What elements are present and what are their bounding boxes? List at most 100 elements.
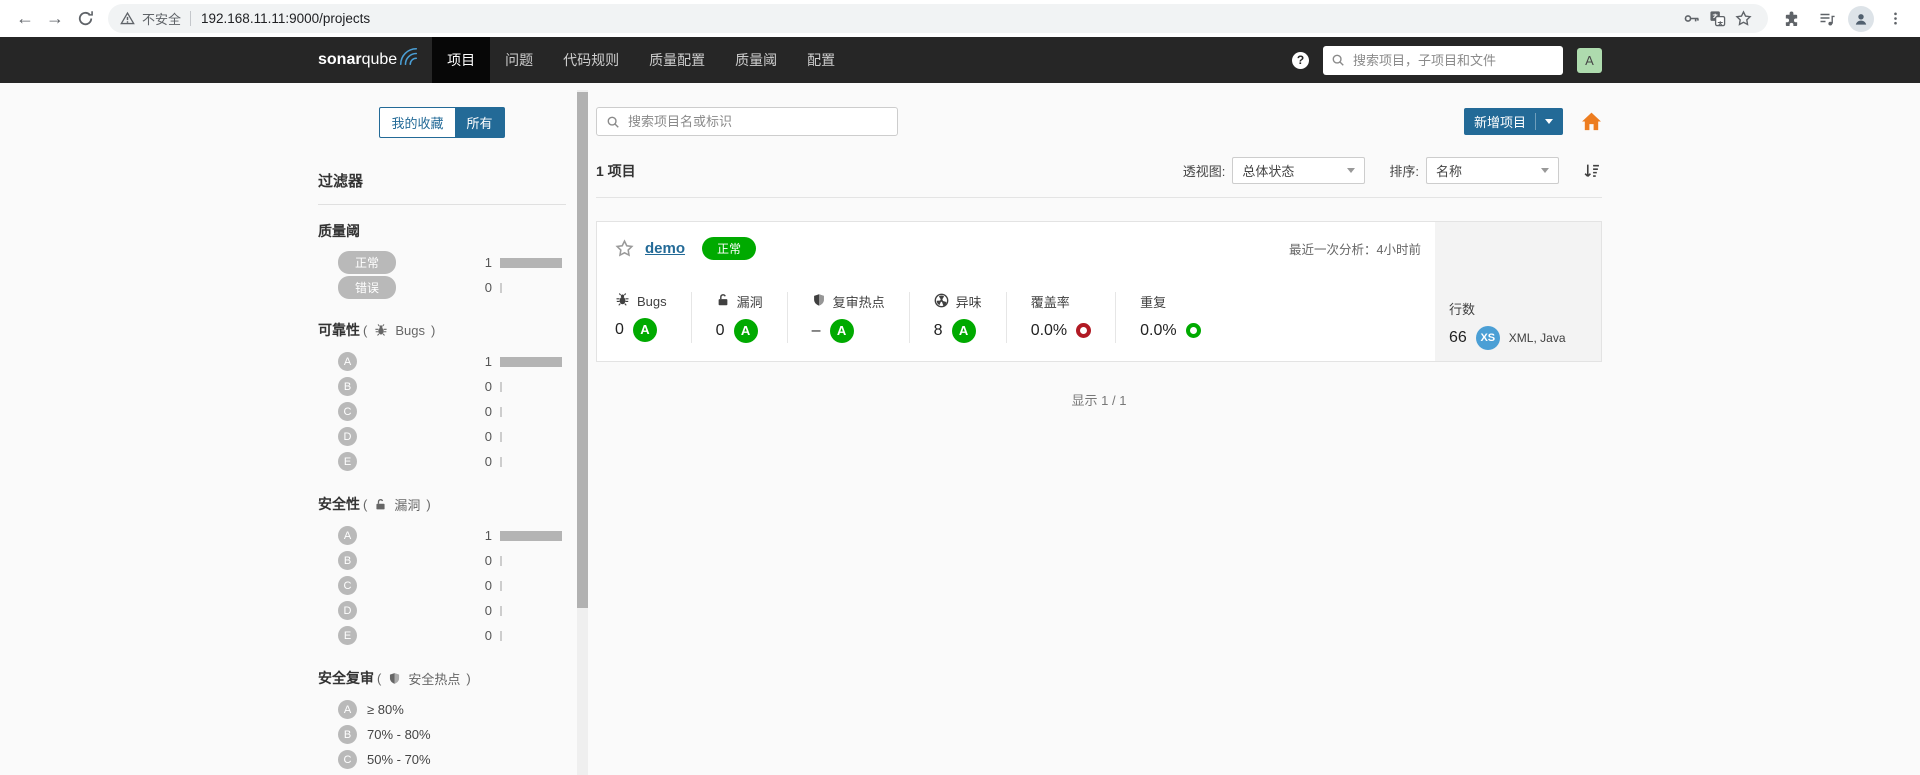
project-languages: XML, Java: [1508, 330, 1566, 345]
projects-count: 1 项目: [596, 162, 636, 179]
facet-security: 安全性 ( 漏洞 ) A 1 B 0 C 0 D 0 E 0: [318, 494, 566, 648]
translate-icon[interactable]: [1704, 6, 1730, 32]
new-project-button[interactable]: 新增项目: [1463, 108, 1563, 135]
facet-bar: [500, 555, 566, 566]
my-favorites-button[interactable]: 我的收藏: [379, 107, 456, 138]
measure-bugs: Bugs 0 A: [615, 292, 692, 343]
search-icon: [607, 116, 619, 128]
rating-badge: E: [338, 626, 357, 645]
rating-badge: A: [338, 700, 357, 719]
facet-row-qg-failed[interactable]: 错误 0: [318, 275, 566, 300]
facet-bar: [500, 456, 566, 467]
favorites-toggle: 我的收藏 所有: [318, 107, 566, 138]
project-search[interactable]: [596, 107, 898, 136]
measure-vulnerabilities: 漏洞 0 A: [692, 292, 788, 343]
facet-bar: [500, 580, 566, 591]
perspective-select[interactable]: 总体状态: [1232, 157, 1366, 184]
facet-security-title: 安全性: [318, 496, 360, 512]
facet-row-review-b[interactable]: B 70% - 80%: [318, 722, 566, 747]
extensions-puzzle-icon[interactable]: [1776, 4, 1806, 34]
tab-rules[interactable]: 代码规则: [548, 37, 634, 83]
project-search-input[interactable]: [626, 113, 888, 130]
bug-icon: [374, 323, 388, 337]
global-search-input[interactable]: [1351, 51, 1555, 69]
facet-row-security-d[interactable]: D 0: [318, 598, 566, 623]
facet-row-reliability-a[interactable]: A 1: [318, 349, 566, 374]
url-text: 192.168.11.11:9000/projects: [201, 11, 371, 26]
app-navbar: sonarqube 项目 问题 代码规则 质量配置 质量阈 配置 ? A: [0, 37, 1920, 83]
facet-security-review: 安全复审 ( 安全热点 ) A ≥ 80% B 70% - 80% C 50% …: [318, 668, 566, 775]
help-icon[interactable]: ?: [1292, 51, 1309, 69]
rating-badge: E: [338, 452, 357, 471]
warning-icon: [120, 11, 135, 25]
facet-security-review-title: 安全复审: [318, 670, 374, 686]
rating-badge: C: [338, 576, 357, 595]
chevron-down-icon: [1541, 168, 1549, 173]
facet-row-reliability-c[interactable]: C 0: [318, 399, 566, 424]
projects-main: 新增项目 1 项目 透视图: 总体状态: [596, 83, 1602, 775]
tab-projects[interactable]: 项目: [432, 37, 491, 83]
measure-hotspots: 复审热点 – A: [788, 292, 910, 343]
duplication-ring-icon: [1185, 323, 1201, 338]
forward-icon[interactable]: →: [40, 4, 70, 34]
facet-bar: [500, 431, 566, 442]
filters-sidebar: 我的收藏 所有 过滤器 质量阈 正常 1 错误 0 可靠性 (Bugs) A…: [318, 83, 596, 775]
user-avatar[interactable]: A: [1577, 47, 1602, 73]
coverage-ring-icon: [1076, 323, 1092, 338]
sonarqube-logo[interactable]: sonar qube: [318, 47, 418, 69]
favorite-star-icon[interactable]: [615, 239, 634, 258]
facet-row-security-c[interactable]: C 0: [318, 573, 566, 598]
browser-menu-icon[interactable]: [1880, 4, 1910, 34]
measure-lines: 行数 66 XS XML, Java: [1435, 222, 1601, 361]
back-icon[interactable]: ←: [10, 4, 40, 34]
project-name-link[interactable]: demo: [645, 240, 685, 257]
measure-coverage: 覆盖率 0.0%: [1007, 292, 1117, 343]
facet-row-reliability-d[interactable]: D 0: [318, 424, 566, 449]
facet-row-security-b[interactable]: B 0: [318, 548, 566, 573]
facet-row-reliability-b[interactable]: B 0: [318, 374, 566, 399]
rating-badge: D: [338, 427, 357, 446]
global-search[interactable]: [1323, 45, 1563, 75]
facet-row-review-a[interactable]: A ≥ 80%: [318, 697, 566, 722]
sonar-waves-icon: [400, 47, 418, 65]
facet-quality-gate: 质量阈 正常 1 错误 0: [318, 221, 566, 300]
facet-row-reliability-e[interactable]: E 0: [318, 449, 566, 474]
facet-reliability: 可靠性 ( Bugs ) A 1 B 0 C 0 D 0 E 0: [318, 320, 566, 474]
rating-badge: C: [338, 402, 357, 421]
tab-administration[interactable]: 配置: [792, 37, 850, 83]
facet-bar: [500, 257, 566, 268]
reload-icon[interactable]: [70, 4, 100, 34]
status-badge: 错误: [338, 276, 396, 299]
password-key-icon[interactable]: [1678, 6, 1704, 32]
rating-badge: A: [338, 352, 357, 371]
sort-label: 排序:: [1389, 164, 1419, 179]
sidebar-scrollbar[interactable]: [577, 90, 588, 775]
pagination-status: 显示 1 / 1: [1071, 393, 1127, 408]
tab-quality-profiles[interactable]: 质量配置: [634, 37, 720, 83]
url-bar[interactable]: 不安全 192.168.11.11:9000/projects: [108, 4, 1768, 33]
sort-select[interactable]: 名称: [1426, 157, 1559, 184]
search-icon: [1332, 54, 1344, 66]
facet-row-security-e[interactable]: E 0: [318, 623, 566, 648]
bookmark-star-icon[interactable]: [1730, 6, 1756, 32]
hotspot-shield-icon: [812, 293, 826, 310]
last-analysis: 最近一次分析：4小时前: [1289, 243, 1421, 257]
facet-row-security-a[interactable]: A 1: [318, 523, 566, 548]
playlist-extension-icon[interactable]: [1812, 4, 1842, 34]
tab-issues[interactable]: 问题: [490, 37, 548, 83]
facet-bar: [500, 381, 566, 392]
rating-badge: D: [338, 601, 357, 620]
sort-order-icon[interactable]: [1583, 162, 1600, 179]
all-projects-button[interactable]: 所有: [455, 107, 505, 138]
facet-row-review-c[interactable]: C 50% - 70%: [318, 747, 566, 772]
status-badge: 正常: [338, 251, 396, 274]
facet-bar: [500, 605, 566, 616]
home-icon[interactable]: [1581, 111, 1602, 132]
facet-bar: [500, 530, 566, 541]
rating-badge: B: [338, 377, 357, 396]
browser-profile-avatar[interactable]: [1848, 5, 1874, 32]
tab-quality-gates[interactable]: 质量阈: [720, 37, 792, 83]
facet-row-qg-passed[interactable]: 正常 1: [318, 250, 566, 275]
scrollbar-thumb[interactable]: [577, 92, 588, 608]
facet-bar: [500, 282, 566, 293]
